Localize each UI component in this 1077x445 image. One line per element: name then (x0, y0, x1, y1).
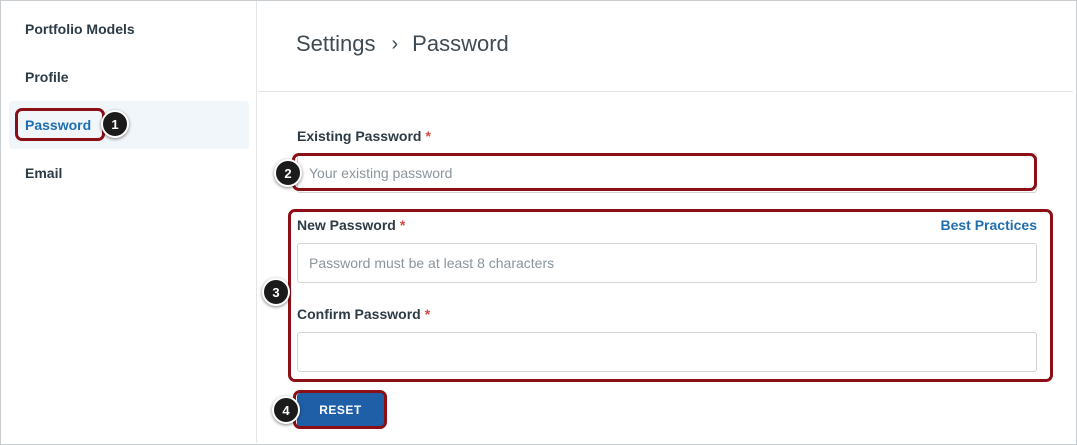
annotation-badge-1: 1 (101, 110, 129, 138)
existing-password-input[interactable] (297, 153, 1037, 193)
page-header: Settings › Password (258, 1, 1073, 92)
annotation-badge-4: 4 (272, 396, 300, 424)
sidebar-item-label: Email (25, 165, 63, 181)
annotation-badge-3: 3 (262, 278, 290, 306)
breadcrumb-parent[interactable]: Settings (296, 31, 376, 57)
sidebar-item-portfolio-models[interactable]: Portfolio Models (9, 5, 249, 53)
sidebar-item-profile[interactable]: Profile (9, 53, 249, 101)
chevron-right-icon: › (391, 32, 399, 55)
existing-password-label: Existing Password * (297, 128, 431, 144)
sidebar-item-label: Profile (25, 69, 69, 85)
breadcrumb-current: Password (412, 31, 509, 56)
new-password-input[interactable] (297, 243, 1037, 283)
new-password-label: New Password * (297, 217, 406, 233)
settings-sidebar: Portfolio Models Profile Password Email (1, 1, 257, 443)
best-practices-link[interactable]: Best Practices (940, 217, 1037, 233)
reset-button[interactable]: RESET (297, 393, 384, 427)
sidebar-item-label: Password (25, 117, 92, 133)
required-asterisk: * (399, 217, 406, 233)
sidebar-item-email[interactable]: Email (9, 149, 249, 197)
breadcrumb: Settings › Password (296, 31, 509, 57)
required-asterisk: * (424, 306, 431, 322)
sidebar-item-password[interactable]: Password (9, 101, 249, 149)
confirm-password-input[interactable] (297, 332, 1037, 372)
annotation-badge-2: 2 (274, 159, 302, 187)
required-asterisk: * (425, 128, 431, 144)
confirm-password-label: Confirm Password * (297, 306, 431, 322)
sidebar-item-label: Portfolio Models (25, 21, 135, 37)
